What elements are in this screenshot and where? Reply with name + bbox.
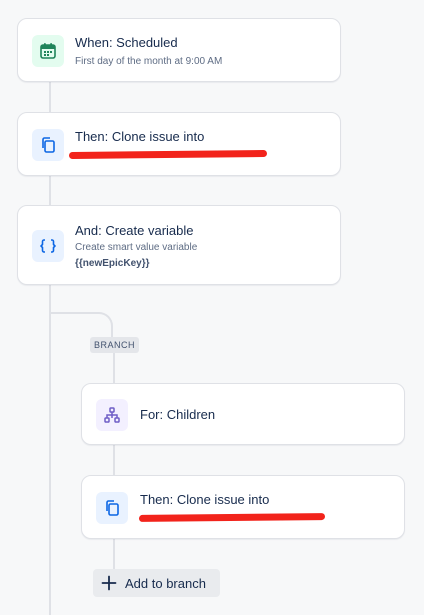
redaction-mark (68, 149, 268, 160)
branch-badge: BRANCH (90, 337, 140, 353)
branch-clone-issue-card[interactable]: Then: Clone issue into (81, 475, 405, 539)
rule-flow-canvas: When: Scheduled First day of the month a… (0, 0, 424, 615)
copy-icon (32, 129, 64, 161)
redaction-mark (138, 513, 326, 522)
create-variable-title: And: Create variable (75, 223, 194, 238)
for-children-title: For: Children (140, 407, 216, 422)
braces-icon (32, 230, 64, 262)
trigger-subtitle: First day of the month at 9:00 AM (75, 56, 223, 67)
add-to-branch-button[interactable]: Add to branch (93, 569, 220, 597)
copy-icon (96, 492, 128, 524)
clone-issue-card[interactable]: Then: Clone issue into (17, 112, 341, 176)
clone-issue-title: Then: Clone issue into (75, 129, 205, 144)
create-variable-card[interactable]: And: Create variable Create smart value … (17, 205, 341, 285)
branch-clone-issue-title: Then: Clone issue into (140, 492, 270, 507)
trigger-card[interactable]: When: Scheduled First day of the month a… (17, 18, 341, 82)
hierarchy-icon (96, 399, 128, 431)
create-variable-subtitle: Create smart value variable (75, 242, 198, 253)
for-children-card[interactable]: For: Children (81, 383, 405, 445)
calendar-icon (32, 35, 64, 67)
add-to-branch-label: Add to branch (125, 575, 206, 591)
trigger-title: When: Scheduled (75, 35, 178, 50)
plus-icon (101, 575, 117, 591)
variable-name: {{newEpicKey}} (75, 258, 150, 269)
